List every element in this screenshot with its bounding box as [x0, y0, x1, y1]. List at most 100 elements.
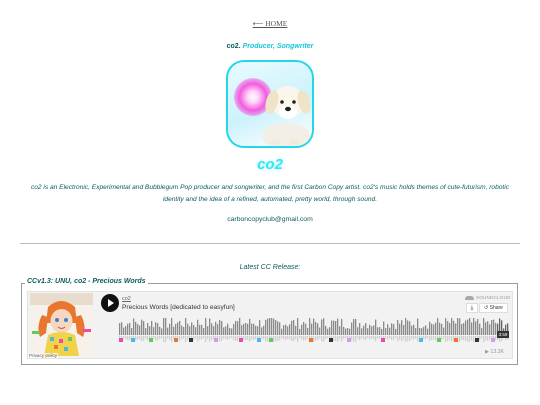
- download-button[interactable]: ⤓: [466, 303, 478, 313]
- waveform-bar: [197, 319, 199, 335]
- waveform-reflection: [277, 336, 279, 341]
- waveform-reflection: [327, 336, 329, 339]
- comment-avatar[interactable]: [491, 338, 495, 342]
- waveform-bar: [149, 326, 151, 335]
- soundcloud-logo[interactable]: SOUNDCLOUD: [465, 295, 511, 300]
- waveform-reflection: [339, 336, 341, 340]
- waveform-reflection: [341, 336, 343, 342]
- share-label: Share: [489, 305, 503, 311]
- artist-prefix: co2.: [226, 43, 241, 50]
- waveform-bar: [183, 326, 185, 335]
- comment-avatar[interactable]: [329, 338, 333, 342]
- waveform[interactable]: [119, 318, 509, 344]
- waveform-bar: [371, 326, 373, 335]
- waveform-reflection: [167, 336, 169, 339]
- comment-avatar[interactable]: [189, 338, 193, 342]
- waveform-reflection: [325, 336, 327, 340]
- waveform-reflection: [485, 336, 487, 341]
- comment-avatar[interactable]: [174, 338, 178, 342]
- waveform-bar: [121, 322, 123, 335]
- waveform-bar: [221, 321, 223, 335]
- waveform-bar: [311, 323, 313, 335]
- waveform-bar: [281, 328, 283, 335]
- waveform-bar: [167, 327, 169, 335]
- waveform-reflection: [281, 336, 283, 339]
- comment-avatar[interactable]: [419, 338, 423, 342]
- latest-release-label: Latest CC Release:: [239, 264, 301, 271]
- contact-email[interactable]: carboncopyclub@gmail.com: [0, 216, 540, 223]
- waveform-bar: [317, 323, 319, 335]
- waveform-bar: [191, 322, 193, 335]
- share-button[interactable]: ↺ Share: [479, 303, 508, 313]
- comment-avatar[interactable]: [454, 338, 458, 342]
- waveform-bar: [349, 328, 351, 335]
- comment-avatar[interactable]: [257, 338, 261, 342]
- comment-avatar[interactable]: [269, 338, 273, 342]
- waveform-reflection: [371, 336, 373, 340]
- waveform-bar: [129, 322, 131, 335]
- waveform-bar: [285, 324, 287, 335]
- waveform-bar: [325, 325, 327, 335]
- waveform-reflection: [479, 336, 481, 340]
- track-title[interactable]: Precious Words [dedicated to easyfun]: [122, 304, 235, 311]
- waveform-reflection: [299, 336, 301, 339]
- waveform-bar: [365, 323, 367, 335]
- waveform-reflection: [141, 336, 143, 342]
- waveform-bar: [229, 327, 231, 335]
- comment-avatar[interactable]: [131, 338, 135, 342]
- waveform-reflection: [375, 336, 377, 342]
- artist-name: co2: [257, 156, 283, 173]
- track-artwork[interactable]: [30, 293, 93, 356]
- waveform-reflection: [351, 336, 353, 341]
- comment-avatar[interactable]: [381, 338, 385, 342]
- waveform-reflection: [481, 336, 483, 339]
- privacy-policy-link[interactable]: Privacy policy: [28, 353, 59, 358]
- waveform-bar: [257, 326, 259, 335]
- waveform-reflection: [461, 336, 463, 340]
- waveform-reflection: [409, 336, 411, 341]
- comment-avatar[interactable]: [239, 338, 243, 342]
- home-link[interactable]: ⟵ HOME: [0, 19, 540, 28]
- waveform-reflection: [435, 336, 437, 341]
- play-button[interactable]: [101, 294, 119, 312]
- waveform-bar: [175, 323, 177, 335]
- waveform-bar: [487, 321, 489, 335]
- waveform-bar: [251, 323, 253, 335]
- waveform-reflection: [219, 336, 221, 342]
- track-artist-link[interactable]: co2: [122, 296, 131, 302]
- waveform-reflection: [337, 336, 339, 342]
- waveform-bar: [361, 328, 363, 335]
- waveform-bar: [315, 321, 317, 335]
- waveform-bar: [465, 320, 467, 335]
- comment-avatar[interactable]: [347, 338, 351, 342]
- waveform-bar: [469, 318, 471, 335]
- comment-avatar[interactable]: [149, 338, 153, 342]
- comment-avatar[interactable]: [437, 338, 441, 342]
- comment-avatar[interactable]: [214, 338, 218, 342]
- waveform-bar: [397, 319, 399, 335]
- comment-avatar[interactable]: [475, 338, 479, 342]
- waveform-bar: [225, 326, 227, 335]
- waveform-reflection: [285, 336, 287, 340]
- waveform-bar: [455, 323, 457, 335]
- waveform-bar: [277, 321, 279, 335]
- waveform-bar: [209, 318, 211, 335]
- soundcloud-brand: SOUNDCLOUD: [476, 295, 511, 300]
- waveform-bar: [141, 319, 143, 335]
- waveform-reflection: [251, 336, 253, 340]
- waveform-reflection: [471, 336, 473, 341]
- waveform-reflection: [181, 336, 183, 340]
- artwork-girl-illustration: [30, 293, 93, 356]
- waveform-reflection: [263, 336, 265, 340]
- waveform-bar: [275, 320, 277, 335]
- waveform-reflection: [349, 336, 351, 339]
- waveform-bar: [159, 326, 161, 335]
- waveform-bar: [173, 326, 175, 335]
- comment-avatar[interactable]: [309, 338, 313, 342]
- waveform-bar: [243, 323, 245, 335]
- waveform-reflection: [223, 336, 225, 339]
- waveform-bar: [271, 318, 273, 335]
- waveform-bar: [415, 328, 417, 335]
- waveform-bar: [235, 320, 237, 335]
- comment-avatar[interactable]: [119, 338, 123, 342]
